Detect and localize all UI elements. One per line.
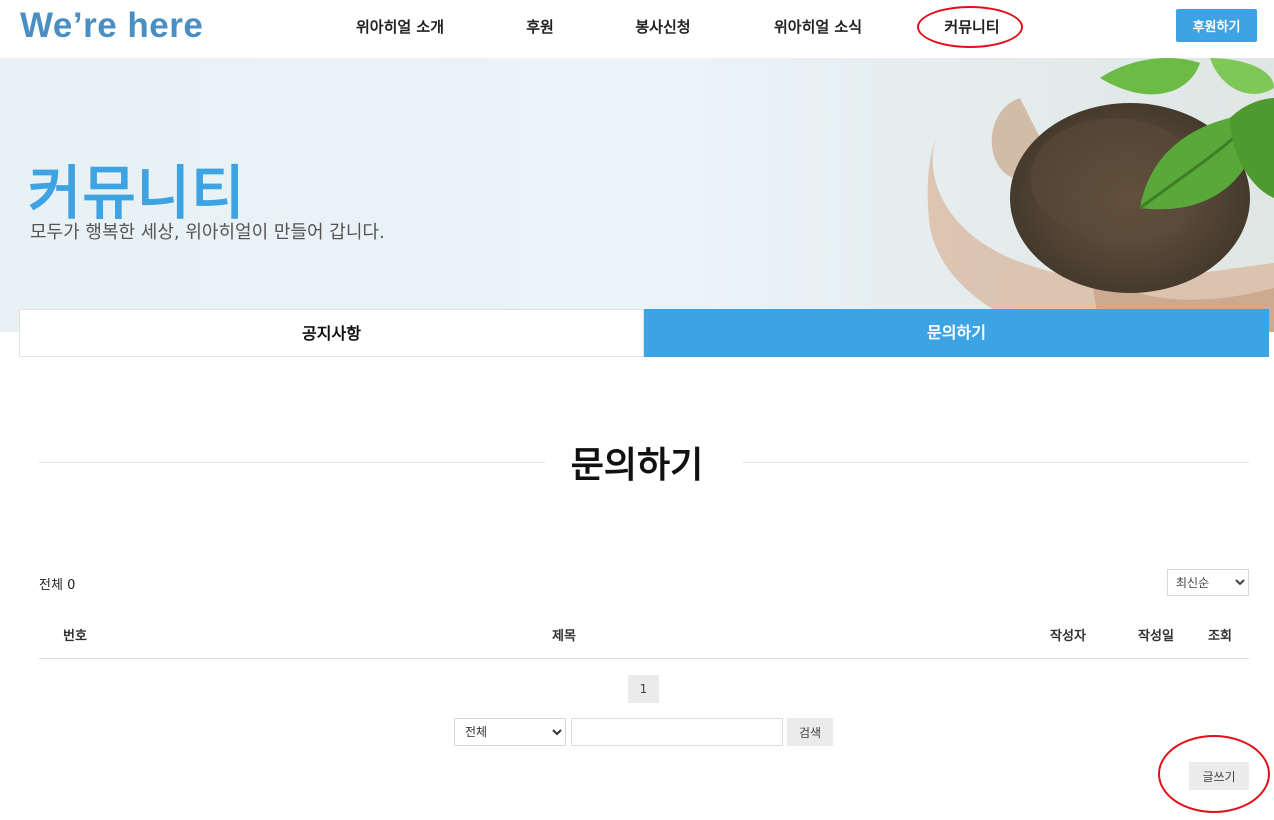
search-button[interactable]: 검색 bbox=[787, 718, 833, 746]
column-title: 제목 bbox=[552, 629, 576, 644]
section-title: 문의하기 bbox=[570, 445, 704, 486]
column-date: 작성일 bbox=[1138, 629, 1174, 644]
community-tabs: 공지사항 문의하기 bbox=[19, 309, 1269, 357]
hero-subtitle: 모두가 행복한 세상, 위아히얼이 만들어 갑니다. bbox=[30, 222, 385, 243]
table-header-divider bbox=[39, 658, 1249, 659]
nav-item-volunteer[interactable]: 봉사신청 bbox=[635, 16, 690, 37]
sort-select[interactable]: 최신순 bbox=[1167, 569, 1249, 596]
column-author: 작성자 bbox=[1050, 629, 1086, 644]
nav-item-news[interactable]: 위아히얼 소식 bbox=[774, 16, 862, 37]
search-field-select[interactable]: 전체 bbox=[454, 718, 566, 746]
column-views: 조회 bbox=[1208, 629, 1232, 644]
total-value: 0 bbox=[67, 578, 76, 593]
hero-banner: 커뮤니티 모두가 행복한 세상, 위아히얼이 만들어 갑니다. bbox=[0, 58, 1274, 332]
hands-plant-image bbox=[927, 58, 1274, 332]
search-input[interactable] bbox=[571, 718, 783, 746]
column-number: 번호 bbox=[63, 629, 87, 644]
donate-button[interactable]: 후원하기 bbox=[1176, 9, 1257, 42]
site-header: We’re here 위아히얼 소개 후원 봉사신청 위아히얼 소식 커뮤니티 … bbox=[0, 0, 1274, 58]
total-count: 전체 0 bbox=[39, 574, 75, 593]
total-label: 전체 bbox=[39, 578, 63, 593]
nav-item-sponsor[interactable]: 후원 bbox=[526, 16, 554, 37]
pagination-page-1[interactable]: 1 bbox=[628, 675, 659, 703]
site-logo[interactable]: We’re here bbox=[20, 6, 203, 46]
nav-item-about[interactable]: 위아히얼 소개 bbox=[356, 16, 444, 37]
annotation-circle-write bbox=[1158, 735, 1270, 813]
annotation-circle-community bbox=[917, 6, 1023, 48]
tab-notice[interactable]: 공지사항 bbox=[19, 309, 644, 357]
tab-inquiry[interactable]: 문의하기 bbox=[644, 309, 1269, 357]
